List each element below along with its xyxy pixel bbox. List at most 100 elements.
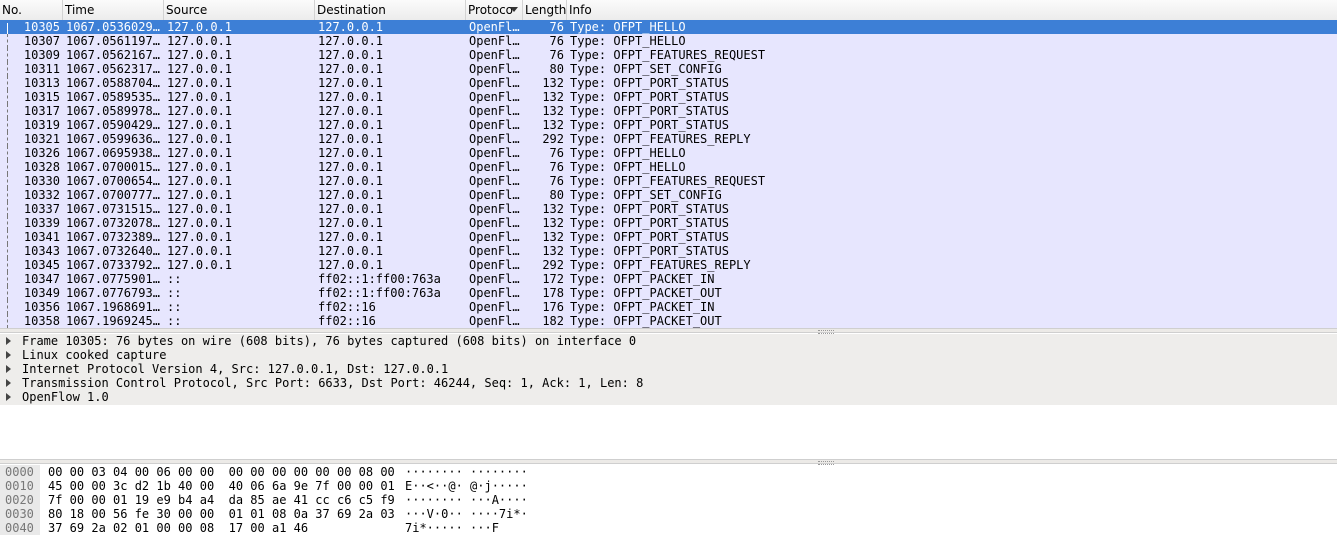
packet-row[interactable]: 10317 1067.0589978… 127.0.0.1 127.0.0.1 Open…	[0, 104, 1337, 118]
packet-no: 10358	[23, 314, 60, 328]
bytes-hex[interactable]: 80 18 00 56 fe 30 00 00 01 01 08 0a 37 6…	[48, 507, 395, 521]
packet-protocol: OpenFl…	[469, 90, 520, 104]
bytes-ascii[interactable]: ········ ········	[405, 465, 528, 479]
packet-destination: ff02::16	[318, 314, 376, 328]
packet-time: 1067.0536029…	[66, 20, 160, 34]
packet-row[interactable]: 10337 1067.0731515… 127.0.0.1 127.0.0.1 Open…	[0, 202, 1337, 216]
packet-bytes-pane[interactable]: 0000 00 00 03 04 00 06 00 00 00 00 00 00 …	[0, 465, 1337, 535]
details-tree-item[interactable]: OpenFlow 1.0	[0, 390, 1337, 404]
packet-source: 127.0.0.1	[167, 188, 233, 202]
column-header-source[interactable]: Source	[164, 0, 315, 20]
packet-destination: 127.0.0.1	[318, 174, 384, 188]
packet-info: Type: OFPT_SET_CONFIG	[570, 62, 722, 76]
packet-row[interactable]: 10313 1067.0588704… 127.0.0.1 127.0.0.1 Open…	[0, 76, 1337, 90]
pane-splitter-bottom[interactable]	[0, 459, 1337, 465]
packet-protocol: OpenFl…	[469, 300, 520, 314]
packet-time: 1067.0776793…	[66, 286, 160, 300]
expand-arrow-icon[interactable]	[6, 351, 11, 359]
packet-length: 182	[542, 314, 564, 328]
column-header-protocol[interactable]: Protoco	[466, 0, 523, 20]
details-tree-item[interactable]: Transmission Control Protocol, Src Port:…	[0, 376, 1337, 390]
bytes-hex[interactable]: 00 00 03 04 00 06 00 00 00 00 00 00 00 0…	[48, 465, 395, 479]
packet-no: 10319	[23, 118, 60, 132]
packet-time: 1067.0700654…	[66, 174, 160, 188]
packet-row[interactable]: 10309 1067.0562167… 127.0.0.1 127.0.0.1 Open…	[0, 48, 1337, 62]
packet-protocol: OpenFl…	[469, 258, 520, 272]
packet-row[interactable]: 10343 1067.0732640… 127.0.0.1 127.0.0.1 Open…	[0, 244, 1337, 258]
expand-arrow-icon[interactable]	[6, 365, 11, 373]
packet-destination: 127.0.0.1	[318, 76, 384, 90]
packet-time: 1067.0590429…	[66, 118, 160, 132]
packet-row[interactable]: 10311 1067.0562317… 127.0.0.1 127.0.0.1 Open…	[0, 62, 1337, 76]
details-tree-item[interactable]: Internet Protocol Version 4, Src: 127.0.…	[0, 362, 1337, 376]
expand-arrow-icon[interactable]	[6, 337, 11, 345]
packet-no: 10349	[23, 286, 60, 300]
packet-row[interactable]: 10319 1067.0590429… 127.0.0.1 127.0.0.1 Open…	[0, 118, 1337, 132]
packet-row[interactable]: 10330 1067.0700654… 127.0.0.1 127.0.0.1 Open…	[0, 174, 1337, 188]
packet-destination: 127.0.0.1	[318, 230, 384, 244]
packet-row[interactable]: 10341 1067.0732389… 127.0.0.1 127.0.0.1 Open…	[0, 230, 1337, 244]
packet-destination: 127.0.0.1	[318, 188, 384, 202]
packet-row[interactable]: 10347 1067.0775901…:: ff02::1:ff00:763a Ope…	[0, 272, 1337, 286]
packet-no: 10315	[23, 90, 60, 104]
expand-arrow-icon[interactable]	[6, 393, 11, 401]
packet-length: 76	[549, 48, 564, 62]
sort-descending-icon[interactable]	[510, 7, 518, 12]
packet-length: 76	[549, 34, 564, 48]
column-header-destination[interactable]: Destination	[315, 0, 466, 20]
column-header-info[interactable]: Info	[567, 0, 1337, 20]
packet-details-pane[interactable]: Frame 10305: 76 bytes on wire (608 bits)…	[0, 334, 1337, 459]
packet-row[interactable]: 10356 1067.1968691…:: ff02::16 OpenFl… 176 Ty…	[0, 300, 1337, 314]
packet-row[interactable]: 10332 1067.0700777… 127.0.0.1 127.0.0.1 Open…	[0, 188, 1337, 202]
column-header-length[interactable]: Length	[523, 0, 567, 20]
packet-row[interactable]: 10339 1067.0732078… 127.0.0.1 127.0.0.1 Open…	[0, 216, 1337, 230]
packet-no: 10330	[23, 174, 60, 188]
bytes-ascii[interactable]: ········ ···A····	[405, 493, 528, 507]
pane-splitter-top[interactable]	[0, 328, 1337, 334]
packet-row[interactable]: 10328 1067.0700015… 127.0.0.1 127.0.0.1 Open…	[0, 160, 1337, 174]
packet-destination: 127.0.0.1	[318, 244, 384, 258]
packet-info: Type: OFPT_HELLO	[570, 20, 686, 34]
packet-row[interactable]: 10305 1067.0536029… 127.0.0.1 127.0.0.1 Open…	[0, 20, 1337, 34]
packet-time: 1067.0731515…	[66, 202, 160, 216]
packet-info: Type: OFPT_PORT_STATUS	[570, 104, 729, 118]
packet-info: Type: OFPT_PORT_STATUS	[570, 118, 729, 132]
column-header-protocol-label: Protoco	[468, 3, 514, 17]
packet-time: 1067.0561197…	[66, 34, 160, 48]
packet-info: Type: OFPT_FEATURES_REQUEST	[570, 48, 766, 62]
details-tree-item[interactable]: Linux cooked capture	[0, 348, 1337, 362]
packet-protocol: OpenFl…	[469, 216, 520, 230]
packet-destination: ff02::1:ff00:763a	[318, 272, 441, 286]
packet-destination: ff02::16	[318, 300, 376, 314]
packet-row[interactable]: 10326 1067.0695938… 127.0.0.1 127.0.0.1 Open…	[0, 146, 1337, 160]
bytes-ascii[interactable]: ···V·0·· ····7i*·	[405, 507, 528, 521]
packet-info: Type: OFPT_PORT_STATUS	[570, 216, 729, 230]
details-tree-item[interactable]: Frame 10305: 76 bytes on wire (608 bits)…	[0, 334, 1337, 348]
column-header-time[interactable]: Time	[63, 0, 164, 20]
bytes-offset: 0000	[0, 465, 40, 479]
packet-no: 10309	[23, 48, 60, 62]
packet-info: Type: OFPT_PORT_STATUS	[570, 90, 729, 104]
packet-row[interactable]: 10345 1067.0733792… 127.0.0.1 127.0.0.1 Open…	[0, 258, 1337, 272]
packet-protocol: OpenFl…	[469, 174, 520, 188]
column-header-no[interactable]: No.	[0, 0, 63, 20]
packet-length: 76	[549, 146, 564, 160]
packet-source: 127.0.0.1	[167, 104, 233, 118]
packet-row[interactable]: 10315 1067.0589535… 127.0.0.1 127.0.0.1 Open…	[0, 90, 1337, 104]
packet-list[interactable]: No. Time Source Destination Protoco Leng…	[0, 0, 1337, 328]
packet-info: Type: OFPT_PACKET_IN	[570, 272, 715, 286]
bytes-ascii[interactable]: E··<··@· @·j·····	[405, 479, 528, 493]
bytes-hex[interactable]: 45 00 00 3c d2 1b 40 00 40 06 6a 9e 7f 0…	[48, 479, 395, 493]
packet-row[interactable]: 10307 1067.0561197… 127.0.0.1 127.0.0.1 Open…	[0, 34, 1337, 48]
packet-row[interactable]: 10321 1067.0599636… 127.0.0.1 127.0.0.1 Open…	[0, 132, 1337, 146]
expand-arrow-icon[interactable]	[6, 379, 11, 387]
packet-row[interactable]: 10349 1067.0776793…:: ff02::1:ff00:763a Ope…	[0, 286, 1337, 300]
packet-source: 127.0.0.1	[167, 202, 233, 216]
packet-time: 1067.0700015…	[66, 160, 160, 174]
packet-source: 127.0.0.1	[167, 160, 233, 174]
packet-destination: 127.0.0.1	[318, 90, 384, 104]
packet-length: 132	[542, 90, 564, 104]
bytes-hex[interactable]: 7f 00 00 01 19 e9 b4 a4 da 85 ae 41 cc c…	[48, 493, 395, 507]
bytes-row: 0020 7f 00 00 01 19 e9 b4 a4 da 85 ae 41 …	[0, 493, 1337, 507]
packet-row[interactable]: 10358 1067.1969245…:: ff02::16 OpenFl… 182 Ty…	[0, 314, 1337, 328]
